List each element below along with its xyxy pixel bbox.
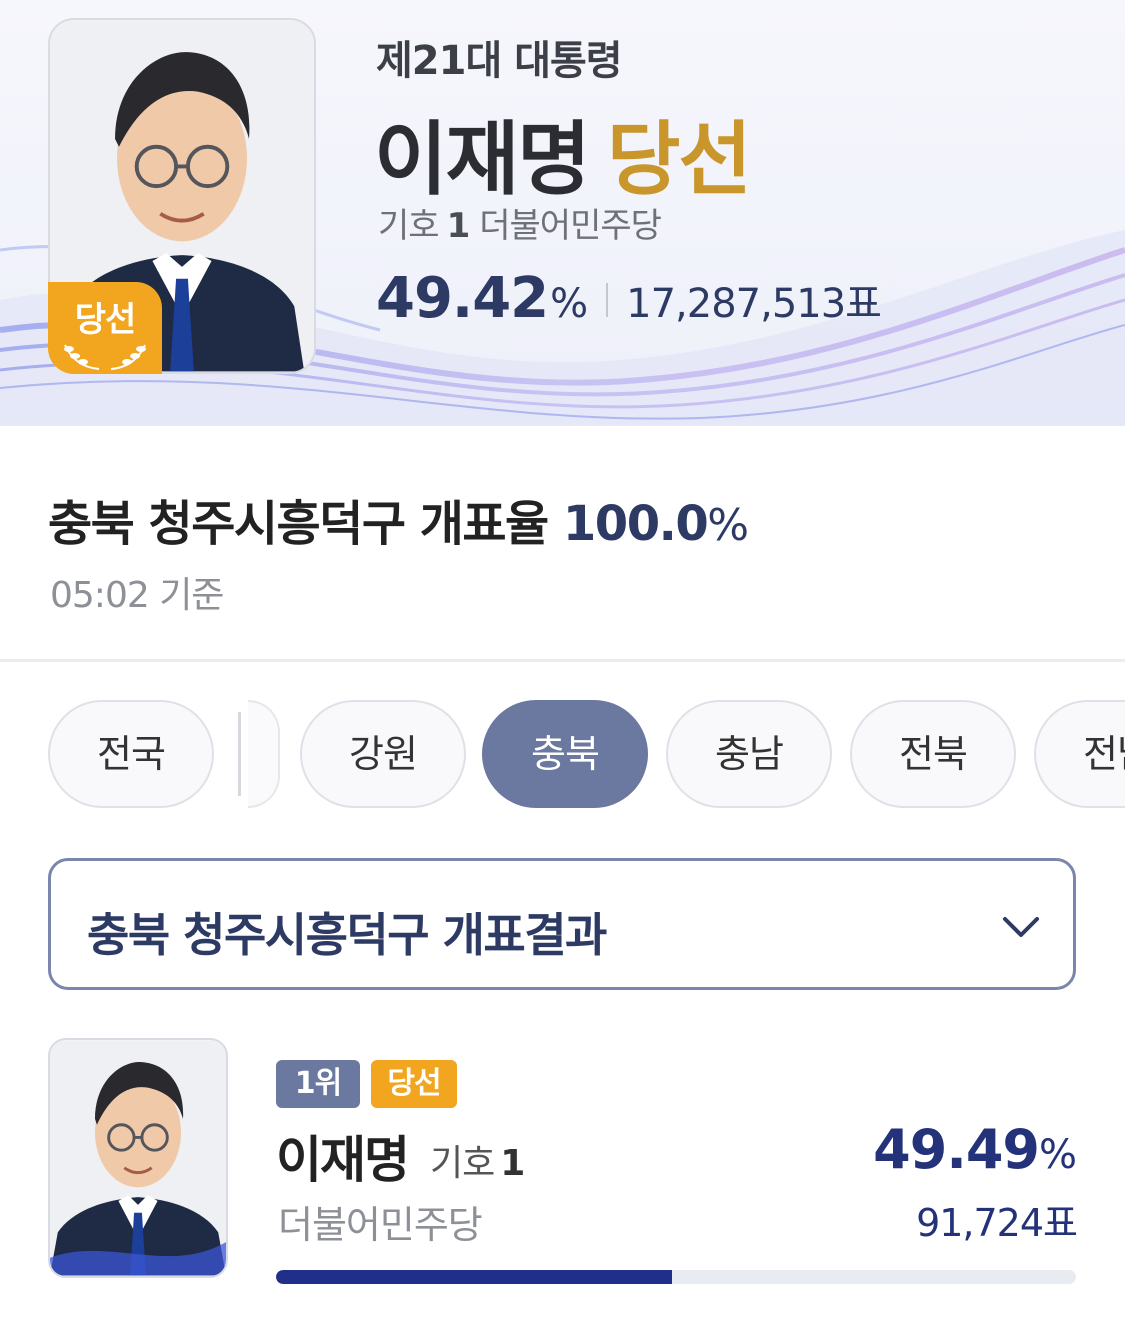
elected-badge-label: 당선 xyxy=(74,300,137,340)
party-name: 더불어민주당 xyxy=(479,206,662,246)
candidate-percent-value: 49.49 xyxy=(873,1118,1040,1181)
tab-gangwon[interactable]: 강원 xyxy=(300,700,466,808)
candidate-percent-unit: % xyxy=(1038,1132,1077,1178)
section-divider xyxy=(0,659,1125,662)
region-title-text: 충북 청주시흥덕구 개표율 xyxy=(48,496,549,552)
tab-separator xyxy=(238,712,241,796)
winner-percent-unit: % xyxy=(550,281,589,327)
candidate-name: 이재명 xyxy=(276,1131,410,1189)
district-result-dropdown[interactable]: 충북 청주시흥덕구 개표결과 xyxy=(48,858,1076,990)
tab-jeonnam[interactable]: 전남 xyxy=(1034,700,1125,808)
laurel-icon xyxy=(64,344,146,370)
tab-chungnam[interactable]: 충남 xyxy=(666,700,832,808)
region-count-title: 충북 청주시흥덕구 개표율 100.0% xyxy=(48,484,749,554)
symbol-number: 1 xyxy=(446,206,471,246)
candidate-symbol-number: 1 xyxy=(500,1143,525,1184)
winner-party-line: 기호 1 더불어민주당 xyxy=(378,198,662,247)
rank-badge: 1위 xyxy=(276,1060,360,1108)
update-time: 05:02 기준 xyxy=(50,575,224,616)
election-title: 제21대 대통령 xyxy=(376,38,623,84)
winner-votes: 17,287,513표 xyxy=(626,281,882,327)
count-rate-unit: % xyxy=(707,500,749,551)
winner-headline: 이재명 당선 xyxy=(374,95,752,211)
chevron-down-icon xyxy=(1003,917,1039,937)
stats-divider xyxy=(606,283,609,317)
count-rate: 100.0 xyxy=(562,496,709,552)
elected-badge: 당선 xyxy=(48,282,162,374)
winner-result: 당선 xyxy=(606,113,752,206)
dropdown-label: 충북 청주시흥덕구 개표결과 xyxy=(87,908,607,962)
candidate-percent: 49.49% xyxy=(873,1118,1077,1181)
person-icon xyxy=(50,1040,226,1276)
tab-scroll-edge xyxy=(248,700,280,808)
status-badge: 당선 xyxy=(371,1060,457,1108)
vote-share-fill xyxy=(276,1270,672,1284)
winner-percent: 49.42 xyxy=(376,266,549,331)
winner-stats: 49.42 % 17,287,513표 xyxy=(376,266,882,331)
candidate-symbol: 기호 1 xyxy=(430,1134,525,1186)
vote-share-bar xyxy=(276,1270,1076,1284)
tab-nationwide[interactable]: 전국 xyxy=(48,700,214,808)
tab-chungbuk[interactable]: 충북 xyxy=(482,700,648,808)
tab-jeonbuk[interactable]: 전북 xyxy=(850,700,1016,808)
candidate-symbol-label: 기호 xyxy=(430,1143,495,1184)
candidate-party: 더불어민주당 xyxy=(278,1203,483,1247)
symbol-label: 기호 xyxy=(378,206,440,246)
region-tabs: 전국 강원 충북 충남 전북 전남 xyxy=(48,700,1125,808)
winner-hero: 당선 제21대 대통령 이재명 당선 기호 1 더불어민주당 49.42 % 17,2… xyxy=(0,0,1125,426)
candidate-photo xyxy=(48,1038,228,1278)
winner-name: 이재명 xyxy=(374,113,591,206)
candidate-votes: 91,724표 xyxy=(916,1201,1078,1245)
